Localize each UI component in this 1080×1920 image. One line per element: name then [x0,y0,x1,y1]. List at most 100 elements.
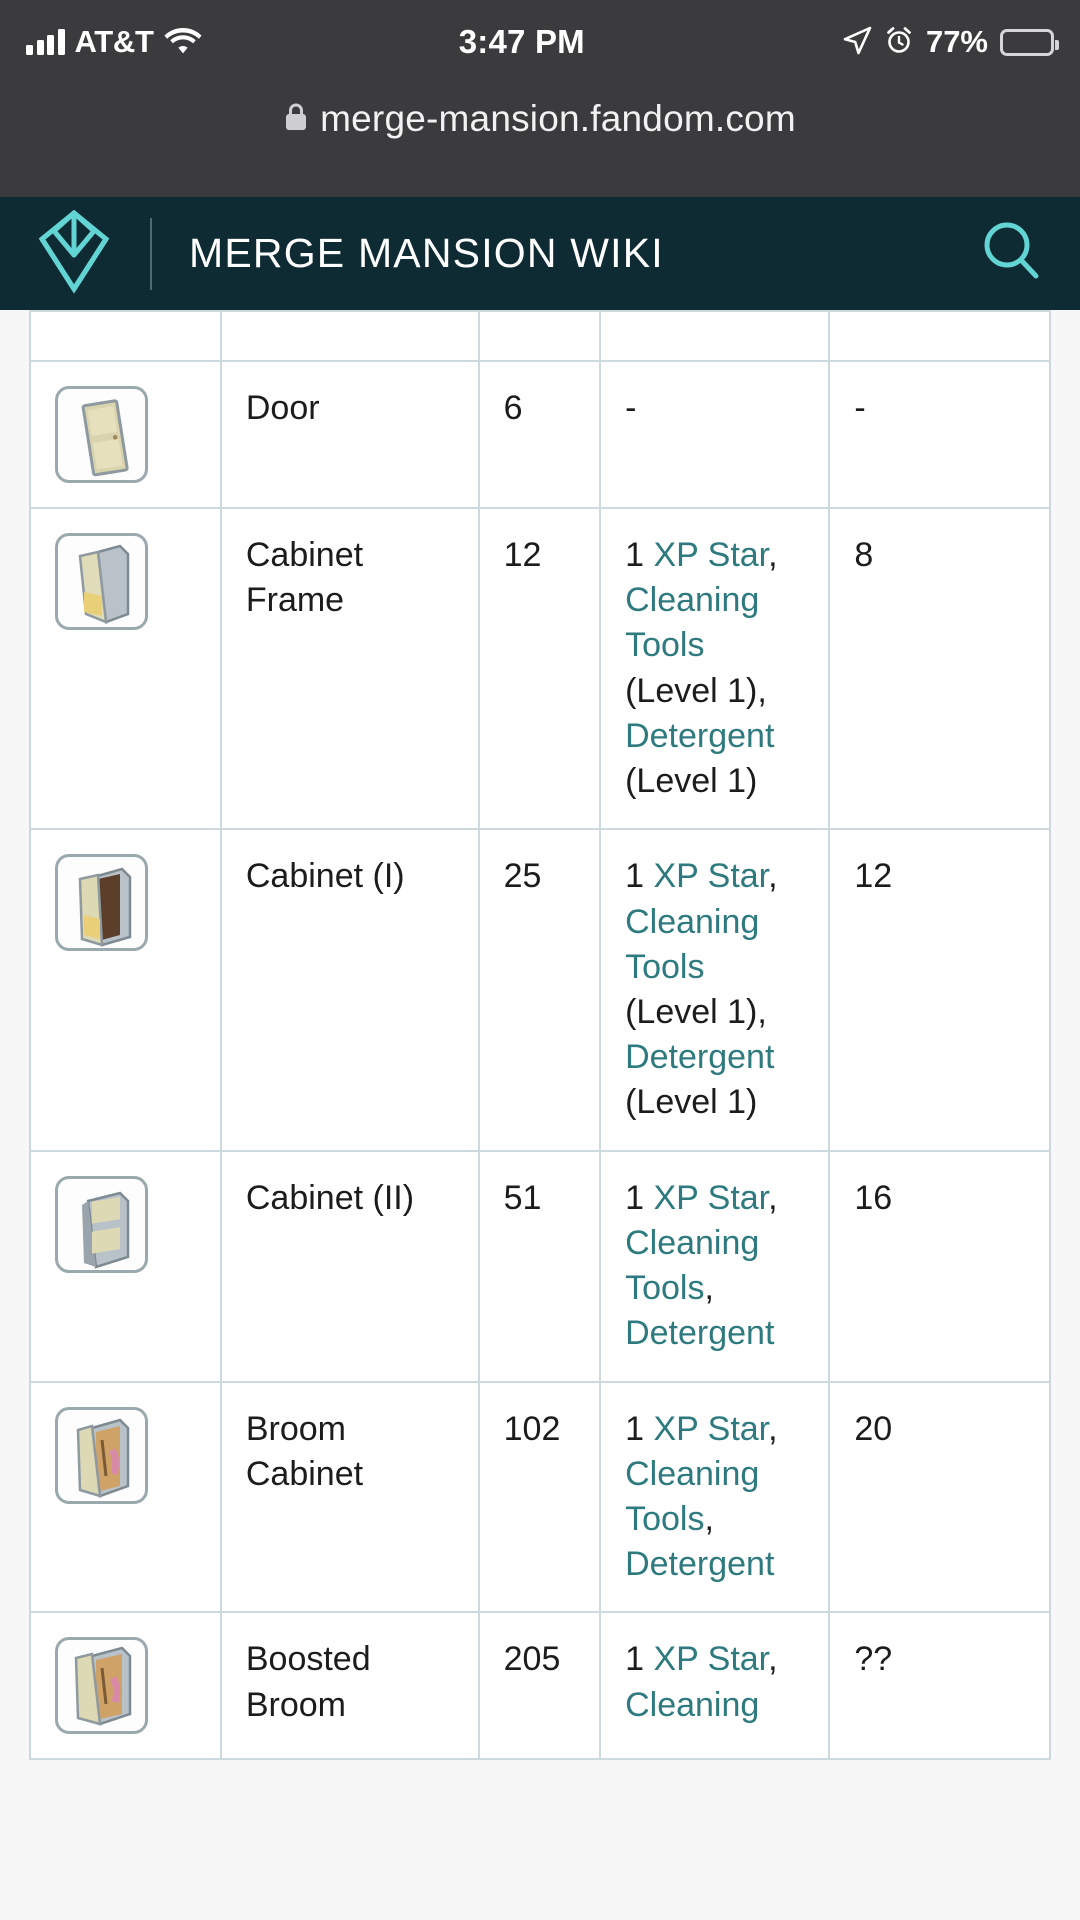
requirement-link[interactable]: Detergent [625,1545,774,1583]
door-item-icon[interactable] [55,386,148,483]
item-requirements-cell: 1 XP Star, Cleaning Tools, Detergent [599,1149,831,1383]
site-header: MERGE MANSION WIKI [0,197,1080,310]
item-level-cell: 25 [477,828,602,1152]
clock-time: 3:47 PM [458,23,585,60]
site-title[interactable]: MERGE MANSION WIKI [152,230,976,277]
item-requirements-cell: 1 XP Star, Cleaning [599,1611,831,1761]
table-row: Cabinet (II) 51 1 XP Star, Cleaning Tools,… [29,1149,1051,1383]
requirement-text: , [768,857,778,896]
status-bar-center: 3:47 PM [202,23,842,61]
item-xp-cell: 16 [828,1149,1051,1383]
item-name-cell: Cabinet Frame [219,506,480,831]
battery-percent-label: 77% [925,24,988,59]
cabinet-2-item-icon[interactable] [55,1175,148,1273]
requirement-text: , [768,1409,778,1448]
item-xp-cell: - [828,360,1051,509]
item-level-cell: 51 [477,1149,602,1383]
requirement-link[interactable]: Detergent [625,717,774,755]
requirement-link[interactable]: Cleaning Tools [625,1455,759,1538]
item-levels-table: Door 6- - Cabinet Frame 12 1 XP Star, Cleanin… [29,310,1051,1761]
table-cell [599,310,831,362]
table-row: Door 6- - [29,360,1051,509]
item-icon-cell [29,506,222,831]
requirement-text: (Level 1), [625,992,767,1031]
requirement-text: - [625,389,637,427]
requirement-link[interactable]: XP Star [653,857,768,895]
item-icon-cell [29,360,222,509]
table-cell [219,310,480,362]
requirement-text: , [768,536,778,574]
requirement-link[interactable]: Cleaning [625,1686,759,1724]
item-xp-cell: 8 [828,506,1051,831]
item-name-cell: Boosted Broom [219,1611,480,1761]
item-icon-cell [29,828,222,1152]
item-name-cell: Broom Cabinet [219,1380,480,1614]
item-icon-cell [29,1380,222,1614]
battery-icon [1000,28,1059,56]
boosted-broom-cabinet-item-icon[interactable] [55,1637,148,1735]
cabinet-1-item-icon[interactable] [55,854,148,952]
requirement-link[interactable]: XP Star [653,1410,768,1448]
item-level-cell: 6 [477,360,602,509]
table-row: Broom Cabinet 102 1 XP Star, Cleaning Tool… [29,1380,1051,1614]
requirement-text: 1 [625,536,654,574]
lock-icon [284,102,308,137]
item-requirements-cell: 1 XP Star, Cleaning Tools (Level 1), Det… [599,506,831,831]
requirement-link[interactable]: XP Star [653,1640,768,1678]
requirement-link[interactable]: Detergent [625,1314,774,1352]
requirement-link[interactable]: Detergent [625,1038,774,1076]
url-bar-inner[interactable]: merge-mansion.fandom.com [284,98,796,140]
search-icon[interactable] [976,216,1046,291]
item-level-cell: 205 [477,1611,602,1761]
table-cell [828,310,1051,362]
item-name-cell: Cabinet (I) [219,828,480,1152]
table-row: Cabinet (I) 25 1 XP Star, Cleaning Tools (… [29,828,1051,1152]
item-requirements-cell: 1 XP Star, Cleaning Tools (Level 1), Det… [599,828,831,1152]
item-requirements-cell: - [599,360,831,509]
item-level-cell: 12 [477,506,602,831]
item-xp-cell: ?? [828,1611,1051,1761]
broom-cabinet-item-icon[interactable] [55,1406,148,1504]
table-cell [29,310,222,362]
requirement-link[interactable]: Cleaning Tools [625,581,759,664]
signal-bars-icon [26,29,65,55]
item-icon-cell [29,1611,222,1761]
fandom-heart-logo[interactable] [34,207,114,300]
requirement-text: , [768,1178,778,1217]
requirement-text: 1 [625,1178,654,1217]
requirement-link[interactable]: XP Star [653,1179,768,1217]
requirement-text: 1 [625,1640,654,1679]
table-cell [477,310,602,362]
item-requirements-cell: 1 XP Star, Cleaning Tools, Detergent [599,1380,831,1614]
item-name-cell: Cabinet (II) [219,1149,480,1383]
requirement-text: , [704,1499,714,1538]
carrier-label: AT&T [74,24,154,59]
location-arrow-icon [842,25,872,60]
item-xp-cell: 12 [828,828,1051,1152]
requirement-text: 1 [625,857,654,896]
table-body: Door 6- - Cabinet Frame 12 1 XP Star, Cleanin… [29,310,1051,1761]
cabinet-frame-item-icon[interactable] [55,533,148,630]
requirement-text: , [704,1269,714,1308]
article-body: Door 6- - Cabinet Frame 12 1 XP Star, Cleanin… [0,310,1080,1920]
requirement-link[interactable]: Cleaning Tools [625,1224,759,1307]
table-row: Boosted Broom 205 1 XP Star, Cleaning?? [29,1611,1051,1761]
item-xp-cell: 20 [828,1380,1051,1614]
requirement-link[interactable]: Cleaning Tools [625,903,759,986]
ios-status-bar: AT&T 3:47 PM 77% [0,0,1080,84]
alarm-clock-icon [884,25,914,60]
browser-url-bar[interactable]: merge-mansion.fandom.com [0,84,1080,197]
requirement-text: (Level 1) [625,762,758,801]
status-bar-left: AT&T [26,24,202,60]
status-bar-right: 77% [842,24,1059,60]
table-row-partial-top [29,310,1051,362]
item-level-cell: 102 [477,1380,602,1614]
requirement-text: , [768,1640,778,1679]
item-name-cell: Door [219,360,480,509]
table-row: Cabinet Frame 12 1 XP Star, Cleaning Tools… [29,506,1051,831]
url-text[interactable]: merge-mansion.fandom.com [320,98,796,140]
requirement-link[interactable]: XP Star [653,536,768,574]
requirement-text: (Level 1) [625,1083,758,1122]
requirement-text: 1 [625,1409,654,1448]
item-icon-cell [29,1149,222,1383]
